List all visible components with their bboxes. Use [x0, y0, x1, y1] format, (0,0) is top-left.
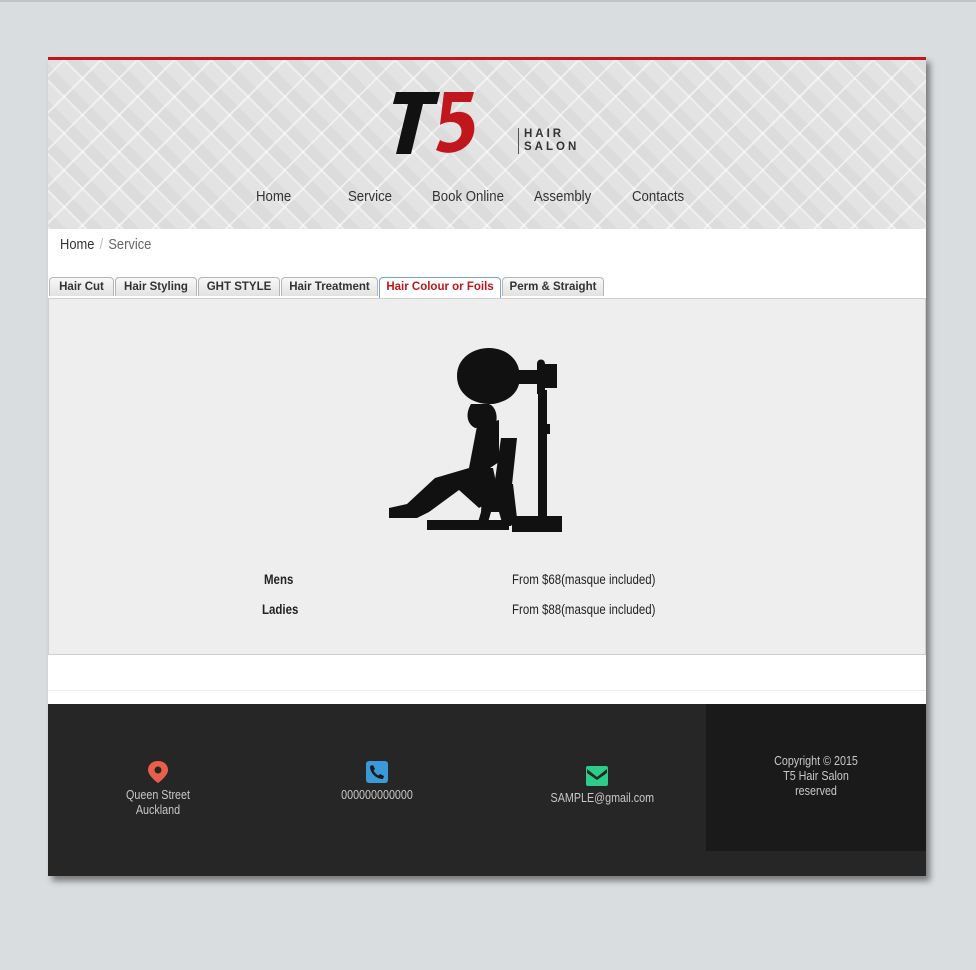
tab-ght-style[interactable]: GHT STYLE [198, 277, 280, 296]
price-label: Mens [264, 572, 294, 587]
address-line1: Queen Street [126, 788, 190, 802]
page-container: HAIR SALON Home Service Book Online Asse… [48, 57, 926, 876]
breadcrumb: Home / Service [60, 236, 151, 253]
hair-dryer-salon-icon [389, 348, 562, 532]
price-value: From $88(masque included) [512, 602, 656, 617]
envelope-icon[interactable] [585, 765, 609, 787]
footer-address: Queen Street Auckland [118, 760, 198, 818]
tab-hair-styling[interactable]: Hair Styling [115, 277, 197, 296]
phone-icon[interactable] [365, 760, 389, 784]
logo-tagline: HAIR SALON [518, 128, 579, 154]
breadcrumb-current: Service [108, 236, 152, 253]
breadcrumb-separator: / [99, 236, 104, 253]
copyright-panel: Copyright © 2015 T5 Hair Salon reserved [706, 704, 926, 851]
service-panel: Mens From $68(masque included) Ladies Fr… [48, 298, 926, 655]
site-header: HAIR SALON Home Service Book Online Asse… [48, 60, 926, 229]
tab-hair-cut[interactable]: Hair Cut [49, 277, 114, 296]
nav-service[interactable]: Service [348, 188, 392, 205]
nav-book-online[interactable]: Book Online [432, 188, 504, 205]
footer-email: SAMPLE@gmail.com [543, 765, 655, 806]
price-row-ladies: Ladies From $88(masque included) [49, 602, 927, 622]
nav-assembly[interactable]: Assembly [534, 188, 591, 205]
copyright-text: Copyright © 2015 T5 Hair Salon reserved [774, 754, 858, 798]
phone-number[interactable]: 000000000000 [334, 788, 420, 803]
tab-hair-treatment[interactable]: Hair Treatment [281, 277, 378, 296]
price-value: From $68(masque included) [512, 572, 656, 587]
main-nav: Home Service Book Online Assembly Contac… [48, 188, 926, 214]
price-row-mens: Mens From $68(masque included) [49, 572, 927, 592]
footer-divider [48, 690, 926, 691]
footer-phone: 000000000000 [327, 760, 427, 803]
breadcrumb-home[interactable]: Home [60, 236, 94, 253]
nav-contacts[interactable]: Contacts [632, 188, 684, 205]
logo[interactable]: HAIR SALON [390, 90, 590, 160]
email-address[interactable]: SAMPLE@gmail.com [551, 791, 655, 806]
nav-home[interactable]: Home [256, 188, 291, 205]
site-footer: Queen Street Auckland 000000000000 SAMPL… [48, 704, 926, 876]
address-line2: Auckland [135, 803, 181, 817]
service-tabs: Hair Cut Hair Styling GHT STYLE Hair Tre… [48, 277, 926, 298]
t5-logo-mark [393, 92, 475, 154]
tab-perm-straight[interactable]: Perm & Straight [502, 277, 604, 296]
location-pin-icon [148, 761, 168, 783]
tab-hair-colour-or-foils[interactable]: Hair Colour or Foils [379, 277, 501, 298]
price-label: Ladies [262, 602, 299, 617]
